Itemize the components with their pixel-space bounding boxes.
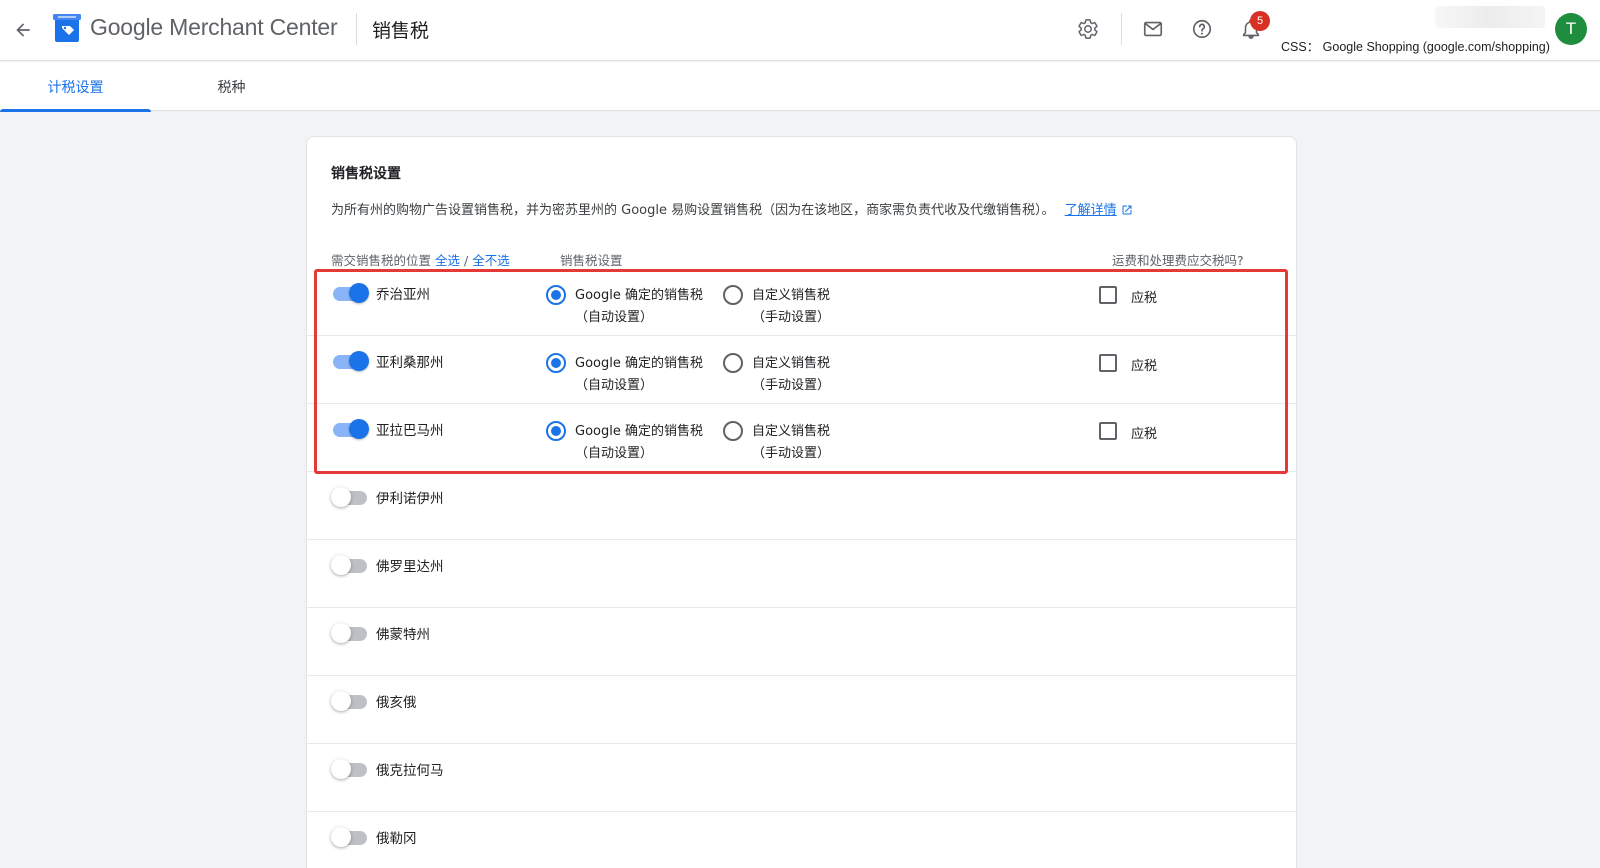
state-toggle[interactable] <box>331 554 369 576</box>
help-icon[interactable] <box>1189 16 1215 42</box>
open-in-new-icon[interactable] <box>1121 204 1133 220</box>
merchant-center-logo[interactable] <box>53 14 81 44</box>
shipping-taxable-checkbox[interactable] <box>1099 354 1117 372</box>
google-tax-radio[interactable] <box>546 421 566 441</box>
state-name: 伊利诺伊州 <box>376 491 444 507</box>
state-name: 乔治亚州 <box>376 287 430 303</box>
column-header-shipping-taxable: 运费和处理费应交税吗? <box>1112 253 1244 268</box>
mail-icon[interactable] <box>1140 16 1166 42</box>
account-css-label[interactable]: CSS： Google Shopping (google.com/shoppin… <box>1281 36 1550 55</box>
header-icons-divider <box>1121 13 1122 45</box>
state-name: 俄亥俄 <box>376 695 417 711</box>
state-name: 佛蒙特州 <box>376 627 430 643</box>
google-tax-label[interactable]: Google 确定的销售税 （自动设置） <box>575 285 703 329</box>
tab-tax-types[interactable]: 税种 <box>156 62 307 111</box>
state-name: 俄克拉何马 <box>376 763 444 779</box>
state-toggle[interactable] <box>331 282 369 304</box>
shipping-taxable-checkbox[interactable] <box>1099 286 1117 304</box>
table-row: 佛罗里达州 <box>307 540 1296 608</box>
shipping-taxable-label[interactable]: 应税 <box>1131 423 1157 442</box>
custom-tax-label[interactable]: 自定义销售税 （手动设置） <box>752 353 830 397</box>
description-text: 为所有州的购物广告设置销售税，并为密苏里州的 Google 易购设置销售税（因为… <box>331 203 1055 218</box>
learn-more-link[interactable]: 了解详情 <box>1065 203 1117 218</box>
table-row: 俄亥俄 <box>307 676 1296 744</box>
custom-tax-label[interactable]: 自定义销售税 （手动设置） <box>752 285 830 329</box>
state-toggle[interactable] <box>331 418 369 440</box>
google-tax-label[interactable]: Google 确定的销售税 （自动设置） <box>575 353 703 397</box>
table-row: 佛蒙特州 <box>307 608 1296 676</box>
table-row: 亚利桑那州 Google 确定的销售税 （自动设置） 自定义销售税 （手动设置） 应… <box>307 336 1296 404</box>
back-arrow-icon[interactable] <box>10 17 36 43</box>
custom-tax-radio[interactable] <box>723 353 743 373</box>
shipping-taxable-checkbox[interactable] <box>1099 422 1117 440</box>
state-toggle[interactable] <box>331 758 369 780</box>
state-toggle[interactable] <box>331 826 369 848</box>
shipping-taxable-label[interactable]: 应税 <box>1131 287 1157 306</box>
state-name: 俄勒冈 <box>376 831 417 847</box>
app-name[interactable]: Google Merchant Center <box>90 14 338 41</box>
location-header-label: 需交销售税的位置 <box>331 253 432 268</box>
custom-tax-radio[interactable] <box>723 421 743 441</box>
shipping-taxable-label[interactable]: 应税 <box>1131 355 1157 374</box>
table-row: 俄勒冈 <box>307 812 1296 868</box>
state-name: 佛罗里达州 <box>376 559 444 575</box>
google-tax-label[interactable]: Google 确定的销售税 （自动设置） <box>575 421 703 465</box>
state-name: 亚拉巴马州 <box>376 423 444 439</box>
card-title: 销售税设置 <box>331 166 401 182</box>
select-links-separator: / <box>460 253 473 268</box>
state-toggle[interactable] <box>331 486 369 508</box>
table-row: 伊利诺伊州 <box>307 472 1296 540</box>
avatar[interactable]: T <box>1555 13 1587 45</box>
state-toggle[interactable] <box>331 690 369 712</box>
google-tax-radio[interactable] <box>546 285 566 305</box>
state-toggle[interactable] <box>331 350 369 372</box>
tab-tax-settings[interactable]: 计税设置 <box>0 62 151 112</box>
deselect-all-link[interactable]: 全不选 <box>472 253 510 268</box>
custom-tax-radio[interactable] <box>723 285 743 305</box>
select-all-link[interactable]: 全选 <box>435 253 460 268</box>
table-row: 乔治亚州 Google 确定的销售税 （自动设置） 自定义销售税 （手动设置） 应税 <box>307 268 1296 336</box>
account-name-redacted <box>1435 6 1545 28</box>
table-row: 亚拉巴马州 Google 确定的销售税 （自动设置） 自定义销售税 （手动设置） 应… <box>307 404 1296 472</box>
tab-bar: 计税设置 税种 <box>0 62 1600 112</box>
custom-tax-label[interactable]: 自定义销售税 （手动设置） <box>752 421 830 465</box>
state-toggle[interactable] <box>331 622 369 644</box>
settings-icon[interactable] <box>1075 16 1101 42</box>
header-divider <box>356 13 357 45</box>
page-title: 销售税 <box>372 20 430 42</box>
google-tax-radio[interactable] <box>546 353 566 373</box>
top-app-bar: Google Merchant Center 销售税 5 CSS： Google… <box>0 0 1600 61</box>
table-row: 俄克拉何马 <box>307 744 1296 812</box>
state-name: 亚利桑那州 <box>376 355 444 371</box>
sales-tax-settings-card: 销售税设置 为所有州的购物广告设置销售税，并为密苏里州的 Google 易购设置… <box>306 136 1297 868</box>
card-description: 为所有州的购物广告设置销售税，并为密苏里州的 Google 易购设置销售税（因为… <box>331 199 1133 220</box>
column-header-location: 需交销售税的位置 全选 / 全不选 <box>331 250 510 269</box>
notification-count-badge: 5 <box>1250 11 1270 31</box>
column-header-tax-setting: 销售税设置 <box>560 253 623 268</box>
